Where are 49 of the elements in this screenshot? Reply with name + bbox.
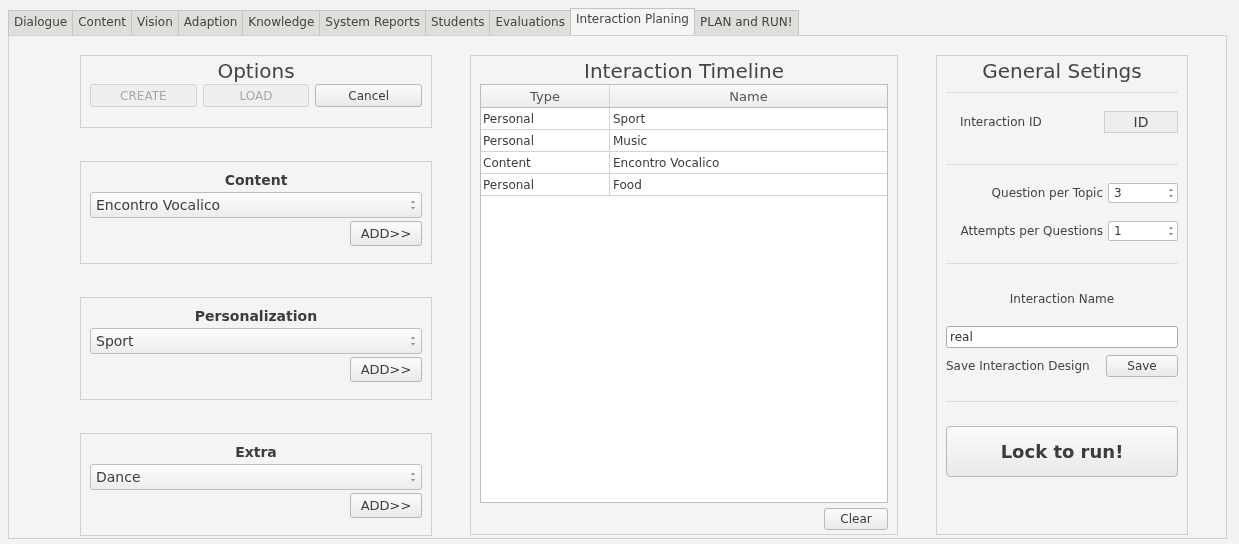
spinner-arrows-icon[interactable] — [1168, 187, 1174, 199]
table-cell: Personal — [481, 174, 610, 195]
id-display: ID — [1104, 111, 1178, 133]
field-label: Attempts per Questions — [960, 224, 1103, 238]
tab[interactable]: Knowledge — [242, 10, 321, 35]
field-label: Question per Topic — [991, 186, 1103, 200]
panel-title: Options — [216, 58, 296, 84]
column-header[interactable]: Type — [481, 85, 610, 107]
tab[interactable]: Evaluations — [489, 10, 571, 35]
column-header[interactable]: Name — [610, 85, 887, 107]
field-label: Interaction ID — [960, 115, 1042, 129]
field-label: Interaction Name — [1008, 292, 1116, 306]
panel-title: Content — [223, 171, 289, 190]
tab[interactable]: PLAN and RUN! — [694, 10, 799, 35]
table-cell-text: Food — [612, 176, 643, 194]
tab[interactable]: Vision — [130, 10, 179, 35]
number-field[interactable]: 3 — [1108, 183, 1178, 203]
table-cell: Personal — [481, 130, 610, 151]
table-cell: Personal — [481, 108, 610, 129]
tab[interactable]: Content — [72, 10, 132, 35]
field-label: Save Interaction Design — [946, 359, 1090, 373]
dropdown[interactable]: Encontro Vocalico — [90, 192, 422, 218]
number-field[interactable]: 1 — [1108, 221, 1178, 241]
tab[interactable]: System Reports — [319, 10, 426, 35]
tab[interactable]: Students — [424, 10, 491, 35]
clear-button[interactable]: Clear — [824, 508, 888, 530]
panel-title: Interaction Timeline — [583, 58, 785, 84]
dropdown[interactable]: Dance — [90, 464, 422, 490]
spinner-arrows-icon[interactable] — [410, 335, 416, 347]
add-button[interactable]: ADD>> — [350, 221, 422, 246]
panel-title: Extra — [234, 443, 278, 462]
spinner-arrows-icon[interactable] — [1168, 225, 1174, 237]
add-button[interactable]: ADD>> — [350, 357, 422, 382]
table-cell-text: Sport — [612, 110, 647, 128]
lock-button[interactable]: Lock to run! — [946, 426, 1178, 477]
add-button[interactable]: ADD>> — [350, 493, 422, 518]
dropdown[interactable]: Sport — [90, 328, 422, 354]
save-button[interactable]: Save — [1106, 355, 1178, 377]
spinner-arrows-icon[interactable] — [410, 471, 416, 483]
panel-title: Personalization — [193, 307, 319, 326]
tab[interactable]: Dialogue — [8, 10, 74, 35]
table-cell-text: Music — [612, 132, 649, 150]
name-field[interactable]: real — [946, 326, 1178, 348]
spinner-arrows-icon[interactable] — [410, 199, 416, 211]
panel-title: General Setings — [981, 58, 1143, 84]
option-button[interactable]: Cancel — [315, 84, 422, 107]
tab[interactable]: Adaption — [177, 10, 244, 35]
table-cell-text: Encontro Vocalico — [612, 154, 721, 172]
table-cell: Content — [481, 152, 610, 173]
